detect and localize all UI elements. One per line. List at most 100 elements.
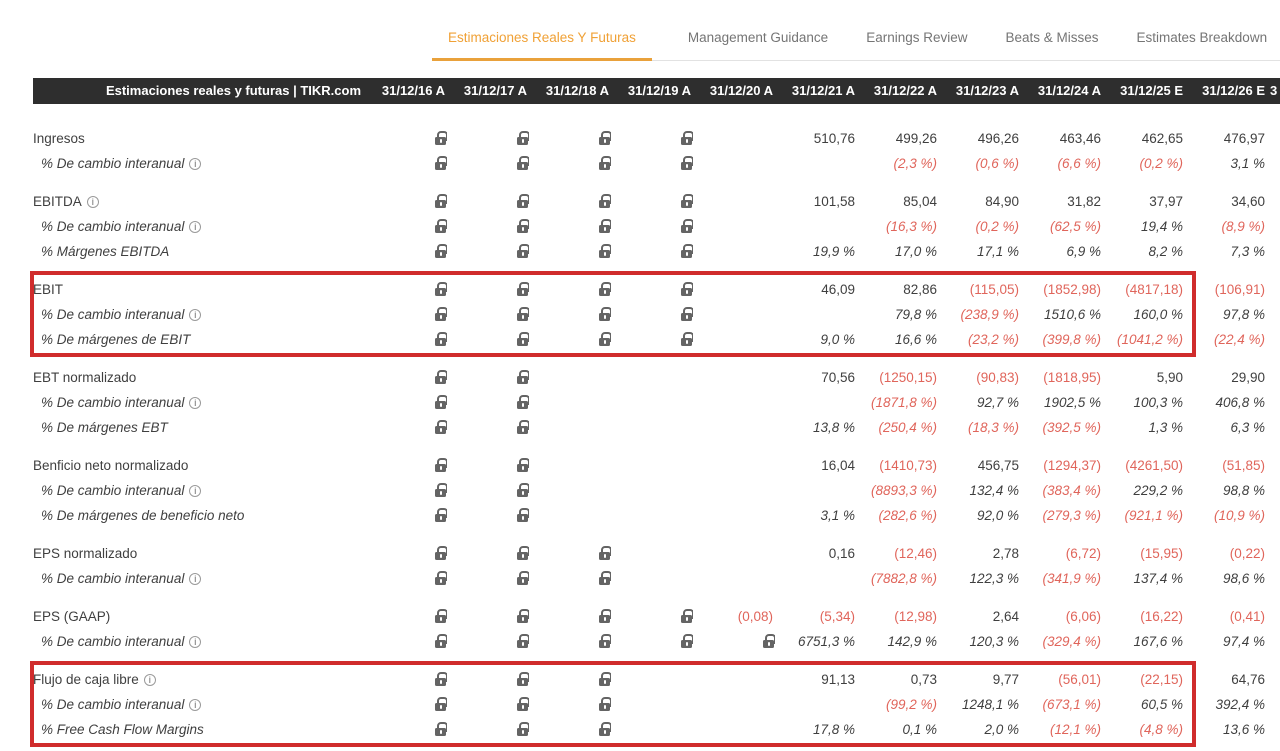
lock-icon	[434, 244, 447, 258]
spacer	[33, 104, 1280, 126]
row-label: EBIT	[33, 277, 365, 302]
value-cell: (329,4 %)	[1021, 629, 1103, 654]
lock-icon	[434, 395, 447, 409]
value-cell: (12,46)	[857, 541, 939, 566]
row-label: Benficio neto normalizado	[33, 453, 365, 478]
value-cell	[365, 327, 447, 352]
estimates-table: Estimaciones reales y futuras | TIKR.com…	[33, 78, 1280, 742]
table-row: Benficio neto normalizado16,04(1410,73)4…	[33, 453, 1280, 478]
lock-icon	[434, 194, 447, 208]
value-cell: (1294,37)	[1021, 453, 1103, 478]
estimates-tab-bar: Estimaciones Reales Y Futuras Management…	[432, 27, 1280, 61]
info-icon[interactable]: i	[189, 309, 201, 321]
lock-icon	[516, 156, 529, 170]
value-cell: (115,05)	[939, 277, 1021, 302]
value-cell: 98,8 %	[1185, 478, 1267, 503]
value-cell	[529, 604, 611, 629]
value-cell	[611, 478, 693, 503]
spacer	[33, 352, 1280, 365]
value-cell	[1267, 692, 1280, 717]
value-cell: (282,6 %)	[857, 503, 939, 528]
row-label: % De cambio interanuali	[33, 478, 365, 503]
value-cell	[529, 151, 611, 176]
info-icon[interactable]: i	[189, 699, 201, 711]
info-icon[interactable]: i	[189, 221, 201, 233]
info-icon[interactable]: i	[189, 485, 201, 497]
info-icon[interactable]: i	[189, 158, 201, 170]
value-cell: 463,46	[1021, 126, 1103, 151]
info-icon[interactable]: i	[189, 397, 201, 409]
info-icon[interactable]: i	[189, 573, 201, 585]
value-cell: 31,82	[1021, 189, 1103, 214]
value-cell	[365, 667, 447, 692]
column-header-5: 31/12/21 A	[775, 78, 857, 104]
column-header-8: 31/12/24 A	[1021, 78, 1103, 104]
lock-icon	[516, 571, 529, 585]
table-row: Flujo de caja librei91,130,739,77(56,01)…	[33, 667, 1280, 692]
column-header-4: 31/12/20 A	[693, 78, 775, 104]
value-cell: 6,3 %	[1185, 415, 1267, 440]
lock-icon	[680, 219, 693, 233]
spacer-row	[33, 654, 1280, 667]
lock-icon	[516, 672, 529, 686]
value-cell	[529, 239, 611, 264]
value-cell: 17,8 %	[775, 717, 857, 742]
info-icon[interactable]: i	[144, 674, 156, 686]
row-label: % De cambio interanuali	[33, 151, 365, 176]
lock-icon	[598, 282, 611, 296]
value-cell: (0,2 %)	[939, 214, 1021, 239]
column-header-1: 31/12/17 A	[447, 78, 529, 104]
value-cell: 92,7 %	[939, 390, 1021, 415]
value-cell	[447, 214, 529, 239]
column-header-6: 31/12/22 A	[857, 78, 939, 104]
value-cell	[447, 239, 529, 264]
tab-management-guidance[interactable]: Management Guidance	[686, 27, 830, 61]
table-header-row: Estimaciones reales y futuras | TIKR.com…	[33, 78, 1280, 104]
spacer-row	[33, 591, 1280, 604]
group-ingresos: Ingresos510,76499,26496,26463,46462,6547…	[33, 126, 1280, 176]
value-cell	[611, 717, 693, 742]
value-cell	[447, 629, 529, 654]
info-icon[interactable]: i	[189, 636, 201, 648]
value-cell: 462,65	[1103, 126, 1185, 151]
value-cell	[1267, 390, 1280, 415]
lock-icon	[516, 131, 529, 145]
value-cell	[529, 327, 611, 352]
lock-icon	[434, 282, 447, 296]
value-cell: 37,97	[1103, 189, 1185, 214]
value-cell	[529, 629, 611, 654]
lock-icon	[434, 508, 447, 522]
lock-icon	[516, 219, 529, 233]
value-cell: (238,9 %)	[939, 302, 1021, 327]
lock-icon	[516, 508, 529, 522]
tab-beats-and-misses[interactable]: Beats & Misses	[1003, 27, 1100, 61]
value-cell: 19,9 %	[775, 239, 857, 264]
lock-icon	[434, 156, 447, 170]
value-cell	[529, 667, 611, 692]
row-label: Ingresos	[33, 126, 365, 151]
tab-earnings-review[interactable]: Earnings Review	[864, 27, 969, 61]
value-cell: 64,76	[1185, 667, 1267, 692]
tab-estimates-breakdown[interactable]: Estimates Breakdown	[1135, 27, 1270, 61]
value-cell	[447, 667, 529, 692]
info-icon[interactable]: i	[87, 196, 99, 208]
value-cell	[1267, 189, 1280, 214]
table-row: % De márgenes de beneficio neto3,1 %(282…	[33, 503, 1280, 528]
value-cell: (99,2 %)	[857, 692, 939, 717]
value-cell	[365, 717, 447, 742]
row-label: % De cambio interanuali	[33, 629, 365, 654]
value-cell	[447, 302, 529, 327]
value-cell	[529, 365, 611, 390]
lock-icon	[434, 219, 447, 233]
value-cell	[1267, 717, 1280, 742]
lock-icon	[680, 332, 693, 346]
value-cell: 9,0 %	[775, 327, 857, 352]
value-cell: 97,8 %	[1185, 302, 1267, 327]
tab-estimaciones-reales-y-futuras[interactable]: Estimaciones Reales Y Futuras	[432, 27, 652, 61]
lock-icon	[680, 282, 693, 296]
value-cell: 29,90	[1185, 365, 1267, 390]
value-cell	[365, 604, 447, 629]
group-ebt-normalizado: EBT normalizado70,56(1250,15)(90,83)(181…	[33, 365, 1280, 440]
table-row: % De cambio interanuali6751,3 %142,9 %12…	[33, 629, 1280, 654]
value-cell: (15,95)	[1103, 541, 1185, 566]
